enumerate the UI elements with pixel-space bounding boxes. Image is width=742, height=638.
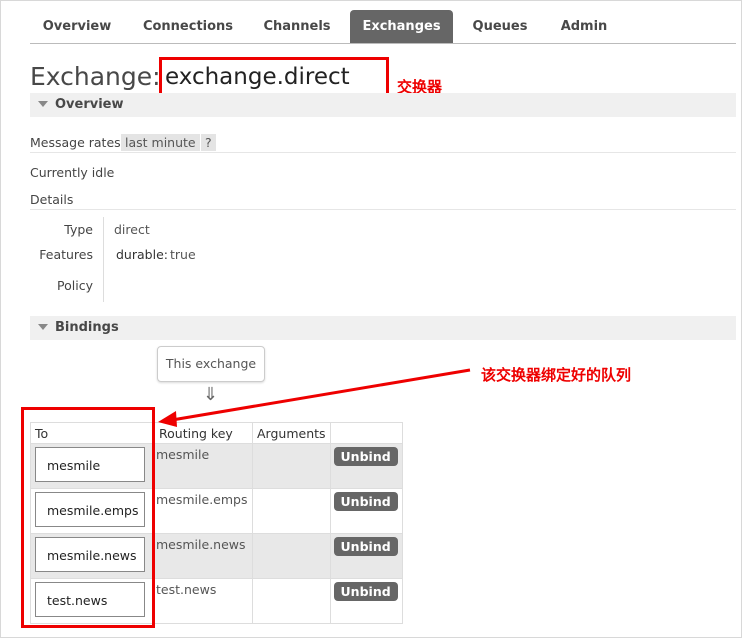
details-divider: [103, 217, 104, 302]
overview-section-header[interactable]: Overview: [30, 93, 736, 117]
down-arrow-icon: ⇓: [203, 384, 219, 405]
unbind-button[interactable]: Unbind: [333, 582, 398, 601]
tab-exchanges[interactable]: Exchanges: [350, 10, 453, 43]
collapse-triangle-icon: [38, 101, 48, 107]
arguments-value: [252, 443, 331, 489]
divider: [30, 152, 736, 153]
arguments-value: [252, 533, 331, 579]
page-title: Exchange:: [30, 62, 161, 91]
header-actions: [329, 422, 403, 444]
message-rates-label: Message rates: [30, 135, 121, 150]
unbind-button[interactable]: Unbind: [333, 447, 398, 466]
tab-admin[interactable]: Admin: [549, 10, 619, 43]
features-label: Features: [39, 247, 93, 262]
tab-channels[interactable]: Channels: [255, 10, 339, 43]
features-key: durable:: [116, 247, 168, 262]
collapse-triangle-icon: [38, 324, 48, 330]
policy-label: Policy: [57, 278, 93, 293]
routing-key-value: mesmile.emps: [156, 492, 248, 507]
bindings-section-header[interactable]: Bindings: [30, 316, 736, 340]
message-rates-range[interactable]: last minute: [121, 134, 200, 151]
tab-connections[interactable]: Connections: [134, 10, 242, 43]
routing-key-value: test.news: [156, 582, 217, 597]
help-button[interactable]: ?: [201, 134, 216, 151]
annotation-bindings: 该交换器绑定好的队列: [481, 366, 632, 384]
type-value: direct: [114, 222, 150, 237]
type-label: Type: [64, 222, 93, 237]
bindings-section-label: Bindings: [55, 320, 119, 335]
arguments-value: [252, 578, 331, 624]
arguments-value: [252, 488, 331, 534]
this-exchange-box: This exchange: [157, 346, 265, 382]
overview-section-label: Overview: [55, 97, 124, 112]
tab-overview[interactable]: Overview: [33, 10, 121, 43]
main-nav-tabs: Overview Connections Channels Exchanges …: [30, 10, 736, 44]
routing-key-value: mesmile.news: [156, 537, 246, 552]
unbind-button[interactable]: Unbind: [333, 492, 398, 511]
header-arguments: Arguments: [252, 422, 331, 444]
header-routing-key: Routing key: [154, 422, 253, 444]
features-value: true: [170, 247, 196, 262]
divider: [30, 209, 736, 210]
tab-queues[interactable]: Queues: [462, 10, 538, 43]
details-label: Details: [30, 192, 74, 207]
status-text: Currently idle: [30, 165, 115, 180]
routing-key-value: mesmile: [156, 447, 210, 462]
annotation-box-bindings: [21, 407, 155, 628]
unbind-button[interactable]: Unbind: [333, 537, 398, 556]
